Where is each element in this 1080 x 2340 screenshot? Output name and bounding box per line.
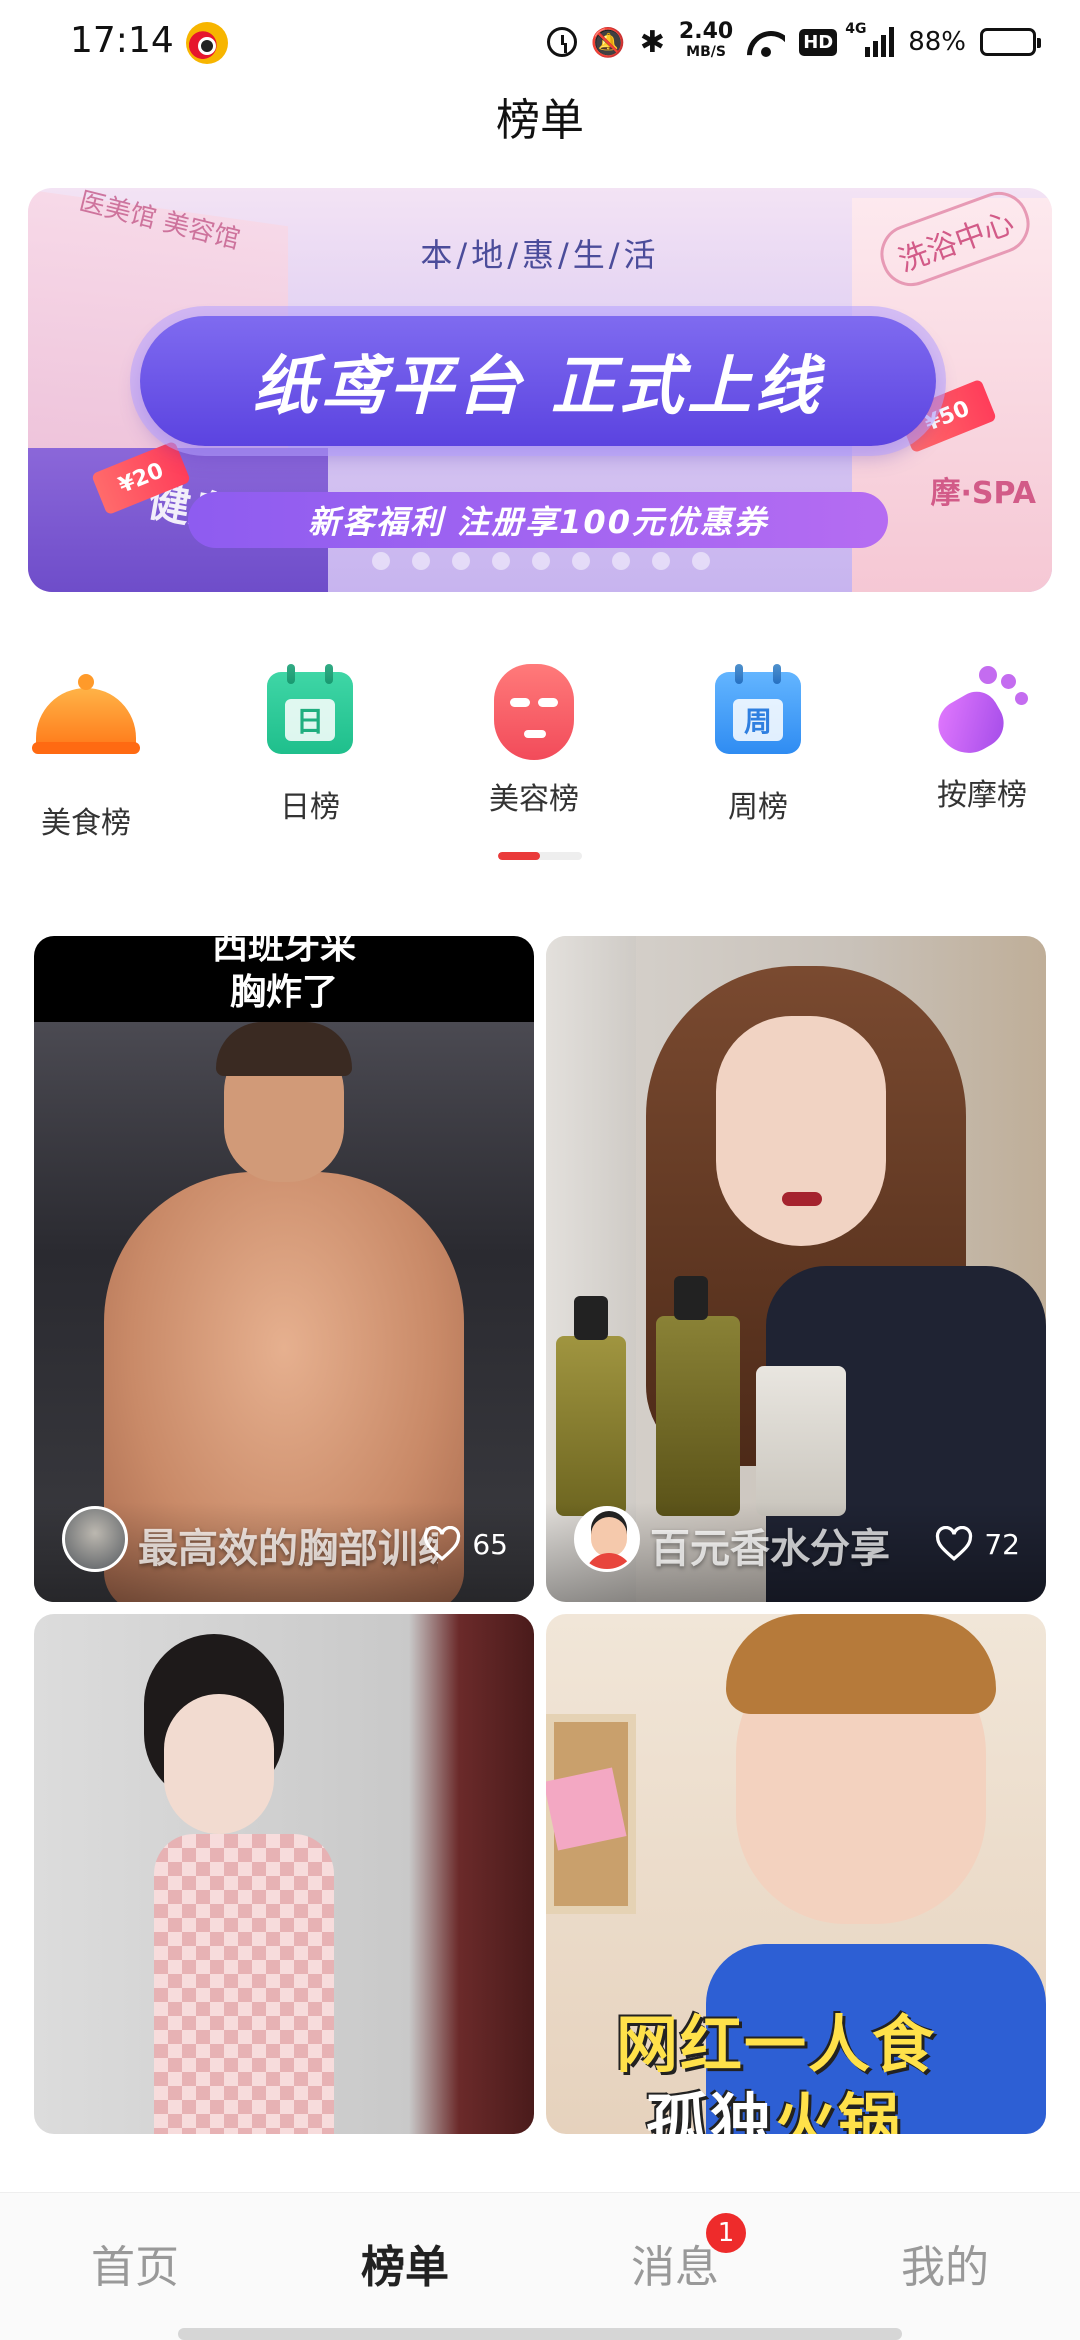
banner-dot[interactable]: [412, 552, 430, 570]
card-title: 最高效的胸部训练: [138, 1526, 438, 1572]
status-bar: 17:14 🔕 ✱ 2.40 MB/S HD 4G 88%: [0, 0, 1080, 84]
banner-dot[interactable]: [372, 552, 390, 570]
page-title: 榜单: [496, 95, 584, 146]
category-label: 按摩榜: [937, 778, 1027, 813]
banner-dot[interactable]: [692, 552, 710, 570]
avatar[interactable]: [574, 1506, 640, 1572]
card-thumbnail: [34, 1614, 534, 2134]
card-caption: 网红一人食: [616, 2008, 937, 2081]
banner-subtitle: 本/地/惠/生/活: [420, 236, 660, 274]
cellular-signal-icon: 4G: [845, 21, 895, 57]
network-speed: 2.40 MB/S: [678, 19, 734, 62]
calendar-glyph: 日: [285, 699, 335, 741]
card-caption: 孤独火锅: [646, 2072, 902, 2134]
weibo-icon: [186, 22, 228, 64]
category-massage[interactable]: 按摩榜: [902, 660, 1062, 814]
banner-right-sign-bottom: 摩·SPA: [930, 476, 1036, 511]
battery-icon: [980, 28, 1041, 56]
mute-bell-icon: 🔕: [590, 25, 626, 59]
card-caption-highlight: 火锅: [774, 2086, 903, 2134]
nav-rankings[interactable]: 榜单: [270, 2231, 540, 2295]
category-beauty[interactable]: 美容榜: [454, 660, 614, 818]
category-label: 日榜: [280, 790, 340, 825]
alarm-icon: [546, 27, 577, 57]
heart-icon: [936, 1526, 973, 1561]
feed-card[interactable]: 百元香水分享 72: [546, 936, 1046, 1602]
heart-icon: [424, 1526, 461, 1561]
banner-dot[interactable]: [532, 552, 550, 570]
nav-home[interactable]: 首页: [0, 2231, 270, 2295]
battery-percent: 88%: [908, 27, 966, 57]
banner-dot[interactable]: [572, 552, 590, 570]
calendar-week-icon: 周: [708, 672, 808, 772]
bluetooth-icon: ✱: [639, 24, 665, 60]
category-scroll-indicator: [498, 852, 582, 860]
category-scroll-thumb: [498, 852, 540, 860]
home-indicator[interactable]: [178, 2328, 902, 2340]
card-title: 百元香水分享: [650, 1526, 890, 1572]
like-count: 72: [984, 1527, 1020, 1561]
banner-dot[interactable]: [492, 552, 510, 570]
status-time: 17:14: [70, 20, 174, 61]
calendar-day-icon: 日: [260, 672, 360, 772]
banner-dot[interactable]: [452, 552, 470, 570]
feed-card[interactable]: 网红一人食 孤独火锅: [546, 1614, 1046, 2134]
avatar[interactable]: [62, 1506, 128, 1572]
hd-icon: HD: [799, 28, 838, 56]
network-type: 4G: [845, 21, 867, 37]
feed-card[interactable]: 西班牙采 胸炸了 最高效的胸部训练 65: [34, 936, 534, 1602]
category-daily[interactable]: 日 日榜: [230, 660, 390, 826]
promo-banner[interactable]: 医美馆 美容馆 健身房 洗浴中心 摩·SPA ¥20 ¥50 本/地/惠/生/活…: [28, 188, 1052, 592]
nav-profile[interactable]: 我的: [810, 2231, 1080, 2295]
like-count: 65: [472, 1527, 508, 1561]
nav-messages[interactable]: 消息: [540, 2231, 810, 2295]
banner-promo: 新客福利 注册享100元优惠券: [188, 492, 888, 548]
wifi-icon: [747, 27, 785, 57]
network-speed-unit: MB/S: [686, 44, 726, 60]
face-mask-icon: [484, 664, 584, 764]
message-badge: 1: [706, 2213, 746, 2253]
status-icons: 🔕 ✱ 2.40 MB/S HD 4G 88%: [546, 16, 1041, 68]
banner-pagination: [372, 552, 710, 570]
feed-card[interactable]: [34, 1614, 534, 2134]
calendar-glyph: 周: [733, 699, 783, 741]
foot-icon: [929, 660, 1032, 765]
banner-dot[interactable]: [612, 552, 630, 570]
like-button[interactable]: 72: [934, 1526, 1020, 1562]
like-button[interactable]: 65: [422, 1526, 508, 1562]
category-weekly[interactable]: 周 周榜: [678, 660, 838, 826]
category-row: 美食榜 日 日榜 美容榜 周 周榜 按摩榜: [0, 660, 1080, 841]
category-label: 周榜: [728, 790, 788, 825]
category-label: 美容榜: [489, 782, 579, 817]
banner-headline: 纸鸢平台 正式上线: [140, 316, 936, 446]
card-caption-part: 孤独: [646, 2086, 775, 2134]
network-speed-value: 2.40: [678, 19, 734, 44]
bottom-nav: 首页 榜单 消息 我的 1: [0, 2192, 1080, 2340]
card-caption: 西班牙采 胸炸了: [211, 936, 356, 1013]
category-label: 美食榜: [41, 806, 131, 841]
category-food[interactable]: 美食榜: [6, 660, 166, 842]
cloche-icon: [32, 674, 140, 788]
banner-dot[interactable]: [652, 552, 670, 570]
